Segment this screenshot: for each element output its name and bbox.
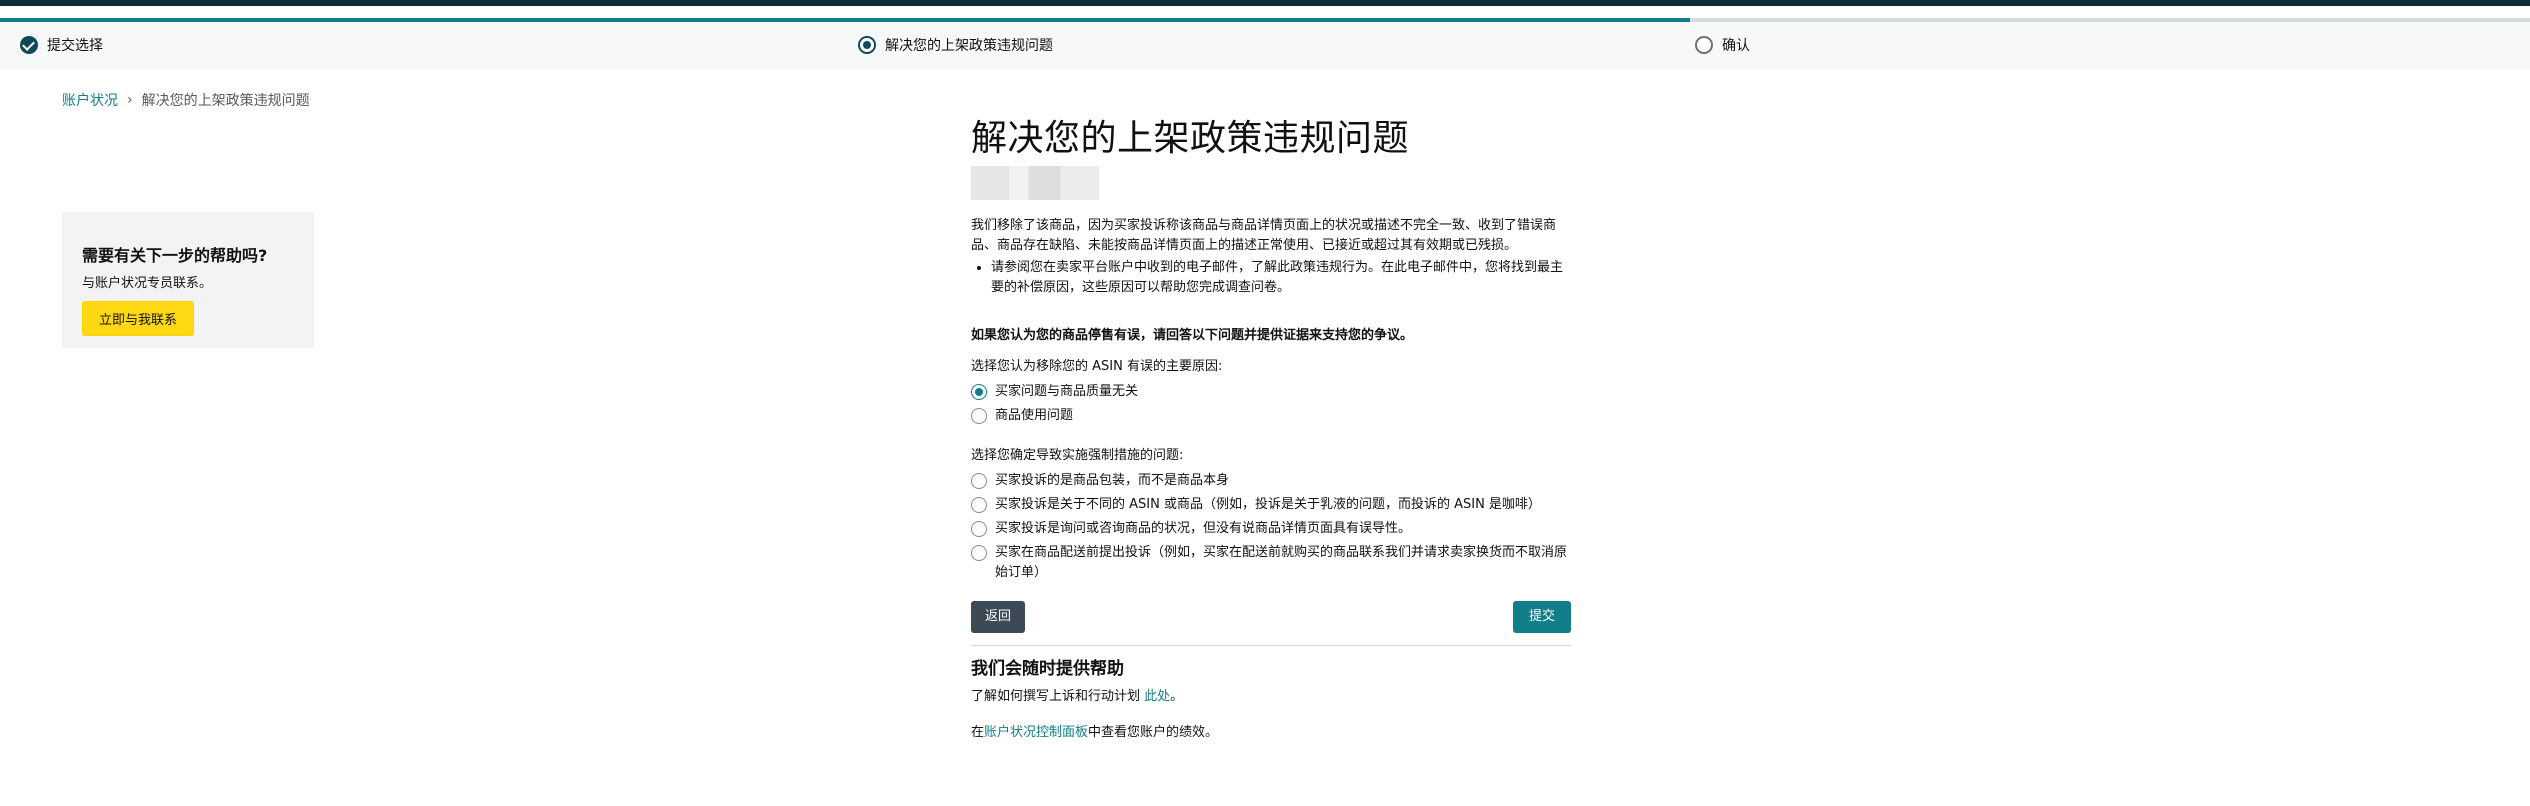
breadcrumb: 账户状况 › 解决您的上架政策违规问题 <box>62 90 310 110</box>
step-submit-choice: 提交选择 <box>20 34 103 56</box>
info-bullets: 请参阅您在卖家平台账户中收到的电子邮件，了解此政策违规行为。在此电子邮件中，您将… <box>971 258 1571 298</box>
q2-option-different-asin[interactable]: 买家投诉是关于不同的 ASIN 或商品（例如，投诉是关于乳液的问题，而投诉的 A… <box>971 495 1571 515</box>
dashboard-help-line: 在账户状况控制面板中查看您账户的绩效。 <box>971 723 1571 743</box>
current-step-circle-icon <box>858 36 876 54</box>
option-label: 买家投诉的是商品包装，而不是商品本身 <box>995 473 1230 488</box>
radio-checked-icon[interactable] <box>971 384 987 400</box>
step-resolve-violation: 解决您的上架政策违规问题 <box>858 34 1053 56</box>
option-label: 买家问题与商品质量无关 <box>995 384 1139 399</box>
appeal-help-suffix: 。 <box>1170 689 1184 704</box>
q2-option-inquiry[interactable]: 买家投诉是询问或咨询商品的状况，但没有说商品详情页面具有误导性。 <box>971 519 1571 539</box>
page-title: 解决您的上架政策违规问题 <box>971 118 1410 159</box>
q2-option-pre-delivery[interactable]: 买家在商品配送前提出投诉（例如，买家在配送前就购买的商品联系我们并请求卖家换货而… <box>971 543 1571 583</box>
breadcrumb-current: 解决您的上架政策违规问题 <box>141 93 310 109</box>
submit-button[interactable]: 提交 <box>1512 601 1571 633</box>
redacted-image <box>971 166 1099 200</box>
divider <box>971 645 1571 646</box>
radio-icon[interactable] <box>971 408 987 424</box>
step-label: 确认 <box>1722 38 1750 54</box>
back-button[interactable]: 返回 <box>971 601 1026 633</box>
option-label: 买家投诉是询问或咨询商品的状况，但没有说商品详情页面具有误导性。 <box>995 521 1412 536</box>
breadcrumb-account-health-link[interactable]: 账户状况 <box>62 90 118 110</box>
question-1-label: 选择您认为移除您的 ASIN 有误的主要原因: <box>971 359 1223 374</box>
appeal-help-link[interactable]: 此处 <box>1144 689 1170 704</box>
step-label: 提交选择 <box>47 38 103 54</box>
q1-option-quality-unrelated[interactable]: 买家问题与商品质量无关 <box>971 382 1571 402</box>
chevron-right-icon: › <box>127 92 133 108</box>
radio-icon[interactable] <box>971 521 987 537</box>
account-health-dashboard-link[interactable]: 账户状况控制面板 <box>984 725 1088 740</box>
violation-description: 我们移除了该商品，因为买家投诉称该商品与商品详情页面上的状况或描述不完全一致、收… <box>971 218 1557 253</box>
empty-circle-icon <box>1695 36 1713 54</box>
radio-icon[interactable] <box>971 473 987 489</box>
bullet-item: 请参阅您在卖家平台账户中收到的电子邮件，了解此政策违规行为。在此电子邮件中，您将… <box>991 258 1571 298</box>
help-card: 需要有关下一步的帮助吗? 与账户状况专员联系。 立即与我联系 <box>62 212 314 348</box>
check-circle-icon <box>20 36 38 54</box>
option-label: 商品使用问题 <box>995 408 1074 423</box>
help-card-title: 需要有关下一步的帮助吗? <box>82 246 268 265</box>
appeal-help-line: 了解如何撰写上诉和行动计划 此处。 <box>971 687 1571 707</box>
q1-option-usage-issue[interactable]: 商品使用问题 <box>971 406 1571 426</box>
help-heading: 我们会随时提供帮助 <box>971 659 1124 679</box>
appeal-help-text: 了解如何撰写上诉和行动计划 <box>971 689 1145 704</box>
contact-me-button[interactable]: 立即与我联系 <box>82 301 195 336</box>
option-label: 买家投诉是关于不同的 ASIN 或商品（例如，投诉是关于乳液的问题，而投诉的 A… <box>995 497 1541 512</box>
dashboard-help-text: 在 <box>971 725 985 740</box>
step-label: 解决您的上架政策违规问题 <box>885 38 1053 54</box>
help-card-subtitle: 与账户状况专员联系。 <box>82 276 213 291</box>
radio-icon[interactable] <box>971 497 987 513</box>
q2-option-packaging[interactable]: 买家投诉的是商品包装，而不是商品本身 <box>971 471 1571 491</box>
step-confirm: 确认 <box>1695 34 1750 56</box>
question-2-label: 选择您确定导致实施强制措施的问题: <box>971 448 1184 463</box>
option-label: 买家在商品配送前提出投诉（例如，买家在配送前就购买的商品联系我们并请求卖家换货而… <box>995 545 1568 580</box>
dispute-heading: 如果您认为您的商品停售有误，请回答以下问题并提供证据来支持您的争议。 <box>971 328 1414 343</box>
stepper: 提交选择 解决您的上架政策违规问题 确认 <box>0 22 2530 70</box>
main-content: 解决您的上架政策违规问题 我们移除了该商品，因为买家投诉称该商品与商品详情页面上… <box>971 116 1571 743</box>
radio-icon[interactable] <box>971 545 987 561</box>
dashboard-help-suffix: 中查看您账户的绩效。 <box>1088 725 1219 740</box>
top-bar <box>0 0 2530 6</box>
form-actions: 返回 提交 <box>971 601 1571 635</box>
